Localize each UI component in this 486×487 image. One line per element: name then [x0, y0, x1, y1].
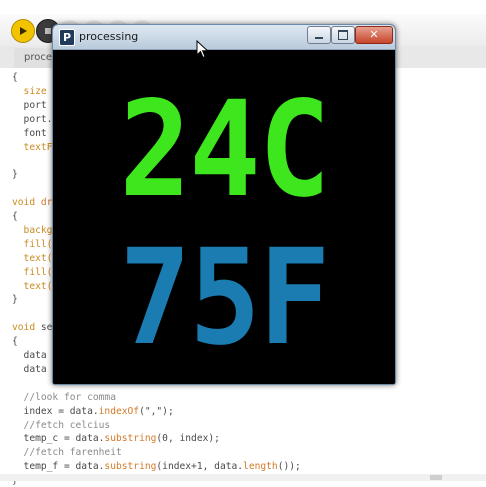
code-line: port — [12, 100, 47, 112]
run-button[interactable] — [11, 19, 35, 43]
sketch-canvas: 24C 75F — [53, 50, 395, 384]
close-button[interactable]: ✕ — [355, 26, 393, 44]
code-token: text( — [12, 252, 53, 264]
code-line: { — [12, 72, 18, 84]
code-token: dr — [40, 197, 53, 209]
code-token: } — [12, 294, 18, 306]
code-token: indexOf — [98, 405, 140, 417]
code-token: se — [40, 322, 53, 334]
code-token: substring — [104, 461, 157, 473]
code-line: temp_f = data.substring(index+1, data.le… — [12, 461, 301, 473]
code-line: port. — [12, 113, 53, 126]
code-token: } — [12, 169, 18, 181]
code-line: //look for comma — [12, 392, 116, 404]
code-line: size — [12, 86, 47, 98]
status-indicator — [430, 475, 442, 480]
code-line: data — [12, 364, 47, 376]
code-token: data — [12, 363, 47, 375]
code-token: temp_c = data. — [12, 433, 105, 445]
code-token: fill( — [12, 238, 53, 250]
code-token: void — [12, 197, 41, 209]
code-line: //fetch farenheit — [12, 447, 122, 459]
code-line: { — [12, 211, 18, 223]
code-token: { — [12, 336, 18, 348]
code-line: } — [12, 294, 18, 306]
code-token: font — [12, 127, 47, 139]
code-token: temp_f = data. — [12, 461, 105, 473]
code-token: length — [243, 461, 278, 473]
code-token: { — [12, 72, 18, 83]
code-line: text( — [12, 280, 53, 293]
code-token: textF — [12, 141, 53, 153]
window-titlebar[interactable]: P processing ✕ — [53, 25, 395, 50]
code-line: index = data.indexOf(","); — [12, 406, 174, 418]
code-token: { — [12, 211, 18, 222]
code-line: textF — [12, 141, 53, 154]
code-token: fill( — [12, 266, 53, 278]
code-line: //fetch celcius — [12, 419, 111, 432]
close-icon: ✕ — [369, 28, 379, 41]
code-token: void — [12, 322, 41, 334]
play-icon — [20, 27, 27, 35]
code-line: } — [12, 169, 18, 181]
code-token: backg — [12, 224, 53, 236]
code-line: temp_c = data.substring(0, index); — [12, 433, 220, 445]
code-token: (","); — [139, 405, 174, 417]
code-token: //fetch farenheit — [12, 447, 122, 459]
minimize-icon — [315, 37, 323, 39]
code-token: text( — [12, 280, 53, 292]
code-token: port. — [12, 113, 53, 125]
code-token: data — [12, 350, 47, 361]
code-line: void dr — [12, 197, 52, 209]
code-token: (index+1, data. — [156, 461, 244, 473]
code-token: (0, index); — [156, 433, 220, 445]
code-line: void se — [12, 322, 52, 334]
celsius-reading: 24C — [119, 73, 330, 227]
maximize-button[interactable] — [331, 26, 355, 44]
processing-app-icon: P — [59, 29, 75, 46]
code-token: //fetch celcius — [12, 419, 111, 431]
code-token: ()); — [277, 461, 301, 473]
window-title: processing — [79, 30, 139, 43]
code-token: size — [12, 85, 47, 97]
code-line: font — [12, 128, 47, 140]
minimize-button[interactable] — [307, 26, 331, 44]
code-line: fill( — [12, 266, 53, 279]
sketch-window: P processing ✕ 24C 75F — [52, 24, 396, 385]
status-bar — [0, 474, 486, 481]
code-line: fill( — [12, 238, 53, 251]
code-token: port — [12, 99, 47, 111]
fahrenheit-reading: 75F — [119, 221, 330, 375]
code-line: text( — [12, 252, 53, 265]
code-token: substring — [104, 433, 157, 445]
maximize-icon — [338, 30, 348, 40]
code-line: { — [12, 336, 18, 348]
code-token: index = data. — [12, 405, 99, 417]
code-token: //look for comma — [12, 391, 116, 403]
mouse-pointer-icon — [196, 40, 209, 59]
code-line: data — [12, 350, 47, 362]
code-line: backg — [12, 224, 53, 237]
